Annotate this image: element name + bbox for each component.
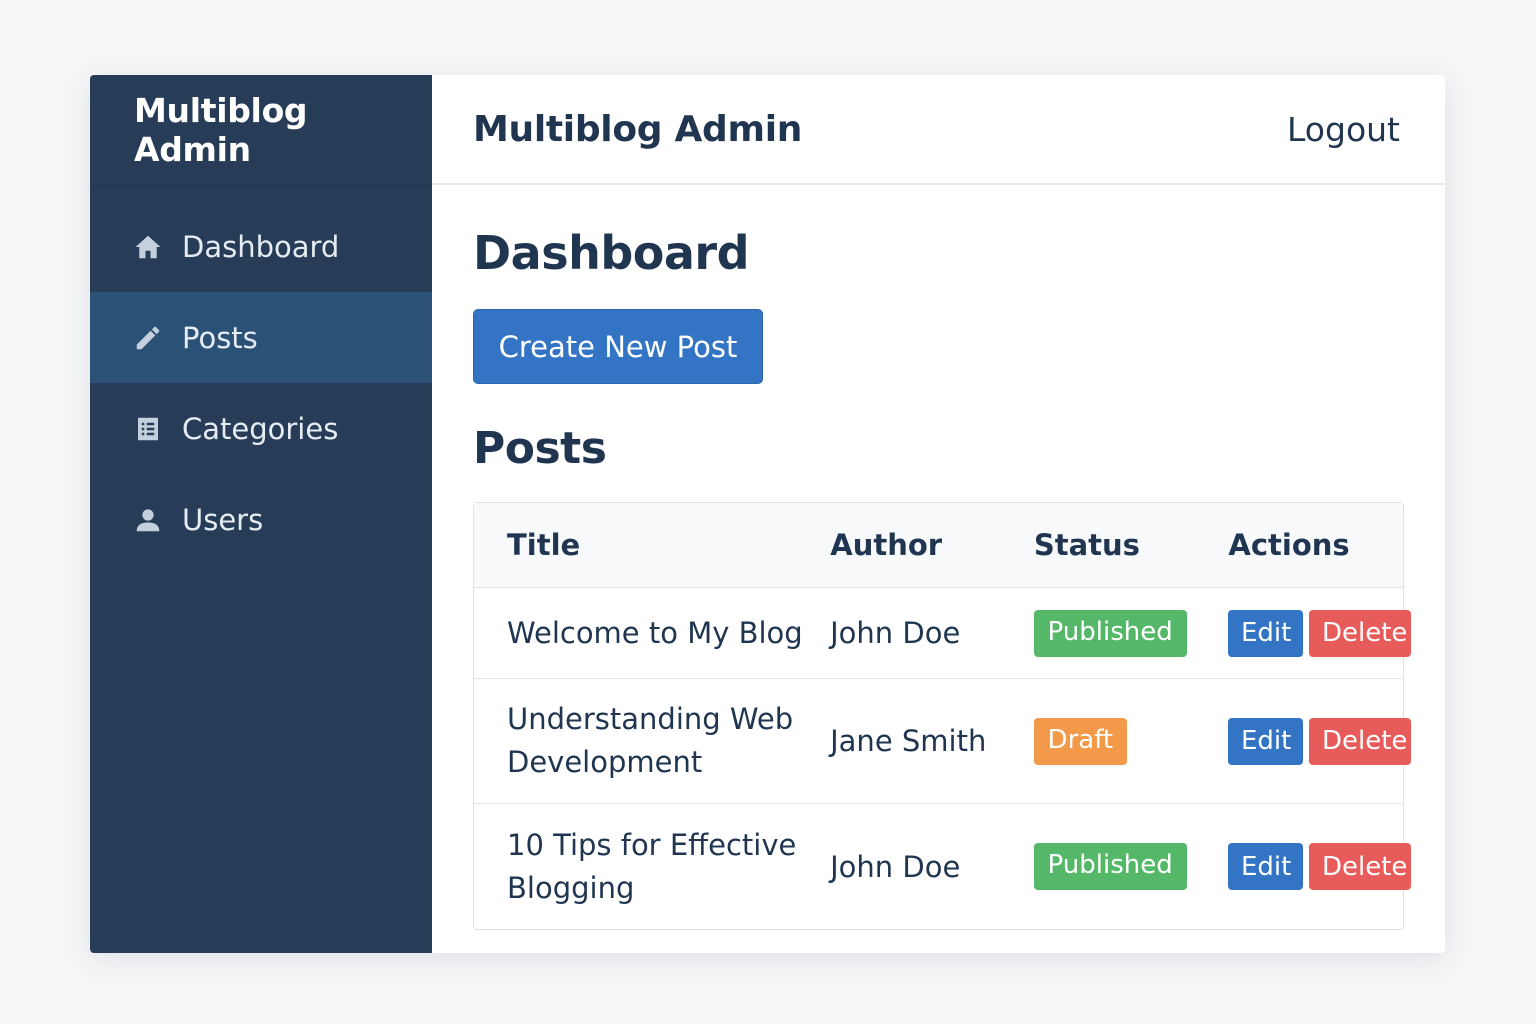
- sidebar: Multiblog Admin Dashboard Posts Categori…: [90, 75, 432, 953]
- post-author: John Doe: [830, 849, 961, 884]
- post-author: Jane Smith: [830, 724, 987, 758]
- actions-cell: Edit Delete: [1228, 717, 1411, 765]
- app-window: Multiblog Admin Dashboard Posts Categori…: [90, 75, 1445, 953]
- create-new-post-button[interactable]: Create New Post: [473, 309, 763, 384]
- delete-button[interactable]: Delete: [1309, 843, 1411, 890]
- delete-button[interactable]: Delete: [1309, 717, 1411, 765]
- posts-section-title: Posts: [473, 423, 607, 474]
- list-icon: [132, 413, 164, 445]
- edit-button[interactable]: Edit: [1228, 609, 1303, 657]
- status-badge: Draft: [1033, 717, 1128, 765]
- sidebar-item-posts[interactable]: Posts: [90, 292, 432, 383]
- table-header: Title Author Status Actions: [474, 503, 1403, 588]
- post-author: John Doe: [830, 616, 961, 650]
- actions-cell: Edit Delete: [1228, 843, 1411, 890]
- sidebar-item-label: Posts: [182, 320, 258, 355]
- sidebar-item-label: Dashboard: [182, 229, 340, 264]
- actions-cell: Edit Delete: [1228, 609, 1411, 657]
- column-header-author: Author: [830, 528, 943, 562]
- header-title: Multiblog Admin: [473, 108, 803, 150]
- status-cell: Draft: [1033, 717, 1228, 765]
- table-row: Understanding Web Development Jane Smith…: [474, 679, 1411, 804]
- edit-button[interactable]: Edit: [1228, 717, 1303, 765]
- column-header-title: Title: [507, 527, 581, 562]
- column-header-actions: Actions: [1228, 528, 1350, 562]
- sidebar-nav: Dashboard Posts Categories Users: [90, 185, 432, 565]
- sidebar-item-label: Users: [182, 502, 264, 537]
- column-header-status: Status: [1033, 528, 1140, 562]
- delete-button[interactable]: Delete: [1309, 609, 1411, 657]
- status-cell: Published: [1033, 609, 1228, 657]
- page-title: Dashboard: [473, 226, 750, 280]
- topbar: Multiblog Admin Logout: [432, 75, 1445, 185]
- main-content: Dashboard Create New Post Posts Title Au…: [432, 185, 1445, 930]
- main-panel: Multiblog Admin Logout Dashboard Create …: [432, 75, 1445, 953]
- posts-table: Title Author Status Actions Welcome to M…: [473, 502, 1411, 930]
- post-title: Understanding Web Development: [507, 702, 794, 779]
- sidebar-brand: Multiblog Admin: [90, 75, 432, 185]
- sidebar-item-label: Categories: [182, 411, 339, 446]
- logout-link[interactable]: Logout: [1287, 110, 1400, 149]
- home-icon: [132, 231, 164, 263]
- user-icon: [132, 504, 164, 536]
- table-row: 10 Tips for Effective Blogging John Doe …: [474, 804, 1411, 929]
- status-cell: Published: [1033, 843, 1228, 890]
- table-row: Welcome to My Blog John Doe Published Ed…: [474, 588, 1411, 679]
- post-title: Welcome to My Blog: [507, 615, 803, 650]
- sidebar-item-users[interactable]: Users: [90, 474, 432, 565]
- edit-button[interactable]: Edit: [1228, 843, 1303, 890]
- status-badge: Published: [1033, 843, 1187, 890]
- sidebar-item-categories[interactable]: Categories: [90, 383, 432, 474]
- post-title: 10 Tips for Effective Blogging: [507, 827, 797, 905]
- sidebar-item-dashboard[interactable]: Dashboard: [90, 201, 432, 292]
- status-badge: Published: [1033, 609, 1187, 657]
- pencil-icon: [132, 322, 164, 354]
